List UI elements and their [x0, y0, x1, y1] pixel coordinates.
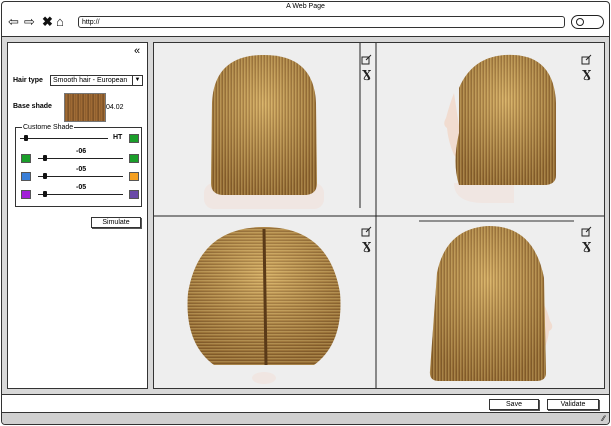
status-bar: ∕∕: [2, 412, 609, 424]
shade-slider-value: HT: [113, 134, 123, 141]
external-link-icon[interactable]: [361, 54, 372, 65]
hair-view-side-right[interactable]: [429, 226, 553, 381]
hair-type-label: Hair type: [13, 77, 43, 84]
simulate-button[interactable]: Simulate: [91, 217, 141, 228]
shade-slider-track[interactable]: [38, 176, 123, 177]
app-main: « Hair type Smooth hair - European ▼ Bas…: [2, 37, 609, 394]
search-button[interactable]: [571, 15, 604, 29]
custom-shade-group: Custome Shade HT -06 -05 -05: [15, 123, 142, 207]
external-link-icon[interactable]: [361, 226, 372, 237]
validate-button[interactable]: Validate: [547, 399, 599, 410]
shade-color-swatch[interactable]: [129, 172, 139, 181]
save-button[interactable]: Save: [489, 399, 539, 410]
control-panel: « Hair type Smooth hair - European ▼ Bas…: [7, 42, 148, 389]
shade-slider-handle[interactable]: [43, 155, 47, 161]
chevron-down-icon: ▼: [132, 76, 142, 85]
shade-slider-handle[interactable]: [43, 173, 47, 179]
shade-color-swatch[interactable]: [129, 190, 139, 199]
close-icon[interactable]: ✖: [42, 14, 53, 30]
pin-icon[interactable]: Ɣ: [582, 240, 591, 254]
shade-slider-track[interactable]: [38, 158, 123, 159]
browser-window: A Web Page ⇦ ⇨ ✖ ⌂ http:// « Hair type S…: [1, 1, 610, 425]
shade-slider-value: -05: [76, 184, 87, 191]
home-icon[interactable]: ⌂: [56, 14, 64, 30]
shade-slider-handle[interactable]: [43, 191, 47, 197]
pin-icon[interactable]: Ɣ: [582, 68, 591, 82]
hair-type-select[interactable]: Smooth hair - European ▼: [50, 75, 143, 86]
shade-slider-handle[interactable]: [24, 135, 28, 141]
back-arrow-icon[interactable]: ⇦: [8, 14, 19, 30]
hair-preview-viewer: Ɣ Ɣ Ɣ Ɣ: [153, 42, 605, 389]
base-shade-label: Base shade: [13, 103, 52, 110]
base-shade-code: 04.02: [106, 104, 124, 111]
hair-type-value: Smooth hair - European: [53, 77, 128, 84]
shade-color-swatch[interactable]: [129, 154, 139, 163]
pin-icon[interactable]: Ɣ: [362, 240, 371, 254]
external-link-icon[interactable]: [581, 226, 592, 237]
pin-icon[interactable]: Ɣ: [362, 68, 371, 82]
browser-toolbar: ⇦ ⇨ ✖ ⌂ http://: [2, 12, 609, 37]
shade-color-swatch[interactable]: [21, 172, 31, 181]
search-icon: [576, 18, 584, 26]
external-link-icon[interactable]: [581, 54, 592, 65]
shade-slider-track[interactable]: [20, 138, 108, 139]
hair-render-area: Ɣ Ɣ Ɣ Ɣ: [154, 43, 604, 388]
shade-slider-track[interactable]: [38, 194, 123, 195]
base-shade-swatch[interactable]: [64, 93, 106, 122]
resize-grip-icon[interactable]: ∕∕: [602, 415, 605, 423]
collapse-panel-icon[interactable]: «: [134, 46, 140, 57]
hair-view-back[interactable]: [204, 55, 324, 209]
shade-color-swatch[interactable]: [21, 154, 31, 163]
window-title: A Web Page: [286, 3, 325, 10]
hair-view-side-left[interactable]: [444, 54, 556, 203]
custom-shade-legend: Custome Shade: [22, 123, 75, 132]
shade-color-swatch[interactable]: [129, 134, 139, 143]
action-bar: Save Validate: [2, 394, 609, 413]
forward-arrow-icon[interactable]: ⇨: [24, 14, 35, 30]
shade-color-swatch[interactable]: [21, 190, 31, 199]
url-bar[interactable]: http://: [78, 16, 565, 28]
shade-slider-value: -06: [76, 148, 87, 155]
shade-slider-value: -05: [76, 166, 87, 173]
hair-view-top[interactable]: [187, 227, 341, 384]
